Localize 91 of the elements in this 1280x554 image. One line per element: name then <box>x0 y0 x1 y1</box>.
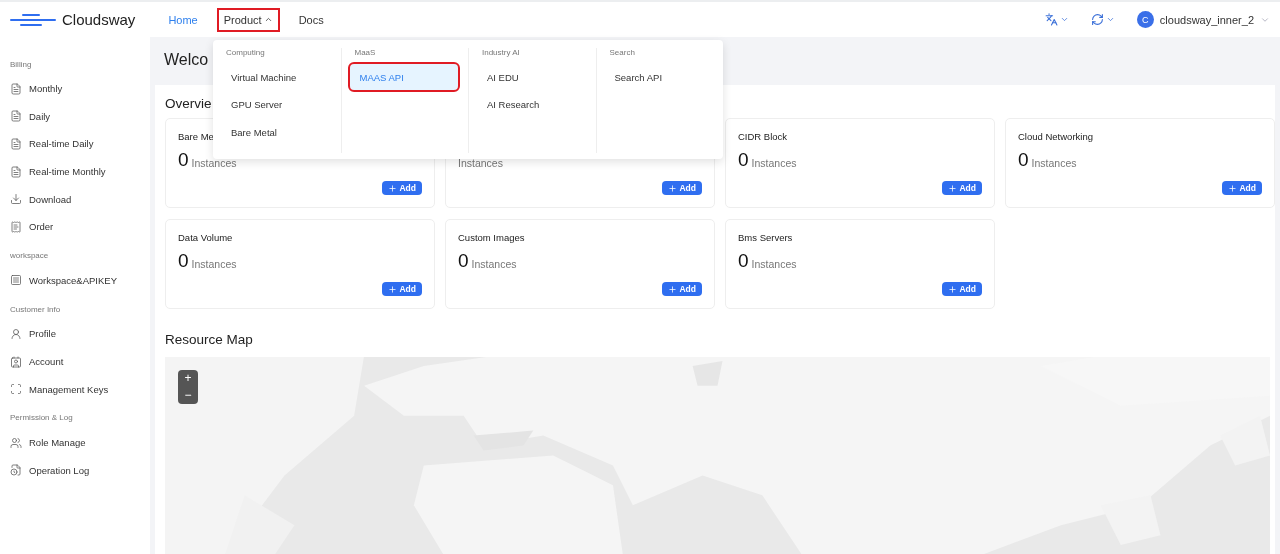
menu-item[interactable]: MAAS API <box>349 64 458 90</box>
document-icon <box>10 165 22 178</box>
plus-icon <box>388 183 398 193</box>
menu-item[interactable]: Bare Metal <box>221 119 331 146</box>
menu-item[interactable]: Virtual Machine <box>221 64 331 90</box>
language-button[interactable] <box>1044 13 1069 26</box>
nav-link[interactable]: Home <box>161 7 205 32</box>
nav-link[interactable]: Product <box>216 7 280 32</box>
instance-count: 0 <box>178 250 189 272</box>
panel-icon <box>10 274 22 287</box>
sidebar-item[interactable]: Order <box>10 212 150 241</box>
document-icon <box>10 110 22 123</box>
count-unit: Instances <box>191 157 237 169</box>
translate-icon <box>1044 13 1058 26</box>
menu-heading: Computing <box>226 48 266 59</box>
count-unit: Instances <box>1031 157 1077 169</box>
brackets-icon <box>10 383 22 396</box>
count-unit: Instances <box>751 258 797 270</box>
chevron-down-icon <box>1059 15 1069 24</box>
sidebar-item[interactable]: Role Manage <box>10 428 150 457</box>
add-button[interactable]: Add <box>382 282 422 296</box>
add-button[interactable]: Add <box>942 282 982 296</box>
menu-heading: Search <box>609 48 636 59</box>
menu-item[interactable]: AI Research <box>477 91 586 118</box>
logo-icon <box>10 13 56 26</box>
brand-name: Cloudsway <box>62 11 136 28</box>
menu-item[interactable]: AI EDU <box>477 64 586 90</box>
instance-count: 0 <box>738 149 749 171</box>
sidebar-item[interactable]: Daily <box>10 102 150 131</box>
contact-icon <box>10 355 22 368</box>
count-unit: Instances <box>751 157 797 169</box>
add-button[interactable]: Add <box>662 181 702 195</box>
overview-heading: Overvie <box>165 94 212 113</box>
sidebar-item[interactable]: Account <box>10 347 150 376</box>
card-title: Bare Me <box>178 131 214 144</box>
sidebar-item[interactable]: Workspace&APIKEY <box>10 266 150 295</box>
plus-icon <box>1228 183 1238 193</box>
instance-count: 0 <box>1018 149 1029 171</box>
menu-item[interactable]: Search API <box>604 64 713 90</box>
sync-button[interactable] <box>1090 13 1115 26</box>
add-button[interactable]: Add <box>382 181 422 195</box>
plus-icon <box>668 183 678 193</box>
sidebar-item[interactable]: Profile <box>10 320 150 348</box>
card-title: Bms Servers <box>738 232 793 245</box>
add-button[interactable]: Add <box>942 181 982 195</box>
card-title: Cloud Networking <box>1018 131 1093 144</box>
sidebar-item[interactable]: Real-time Monthly <box>10 157 150 186</box>
menu-heading: MaaS <box>354 48 377 59</box>
welcome-heading: Welco <box>164 51 209 70</box>
sidebar-item[interactable]: Operation Log <box>10 456 150 485</box>
sidebar-item[interactable]: Monthly <box>10 75 150 103</box>
instance-count: 0 <box>458 250 469 272</box>
document-icon <box>10 82 22 95</box>
plus-icon <box>948 183 958 193</box>
add-button[interactable]: Add <box>1222 181 1262 195</box>
menu-item[interactable]: GPU Server <box>221 91 331 118</box>
card-title: CIDR Block <box>738 131 788 144</box>
users-icon <box>10 436 22 449</box>
zoom-out-button[interactable]: − <box>178 387 198 404</box>
count-unit: Instances <box>471 258 517 270</box>
chevron-up-icon <box>263 15 273 24</box>
count-unit: Instances <box>458 157 503 169</box>
zoom-in-button[interactable]: + <box>178 370 198 387</box>
user-name[interactable]: cloudsway_inner_2 <box>1159 13 1254 26</box>
user-icon <box>10 327 22 340</box>
receipt-icon <box>10 220 22 233</box>
nav-link[interactable]: Docs <box>291 7 331 32</box>
document-icon <box>10 138 22 150</box>
map-heading: Resource Map <box>165 330 253 349</box>
count-unit: Instances <box>191 258 237 270</box>
plus-icon <box>388 284 398 294</box>
menu-heading: Industry AI <box>482 48 521 59</box>
download-icon <box>10 193 22 206</box>
add-button[interactable]: Add <box>662 282 702 296</box>
user-avatar[interactable]: C <box>1136 11 1154 28</box>
chevron-down-icon <box>1105 15 1115 24</box>
sidebar-heading: workspace <box>10 250 50 263</box>
sync-icon <box>1090 13 1104 26</box>
sidebar-item[interactable]: Management Keys <box>10 375 150 403</box>
instance-count: 0 <box>178 149 189 171</box>
instance-count: 0 <box>738 250 749 272</box>
sidebar-item[interactable]: Download <box>10 185 150 213</box>
card-title: Custom Images <box>458 232 525 245</box>
sidebar-heading: Billing <box>10 58 33 71</box>
sidebar-heading: Permission & Log <box>10 412 74 425</box>
card-title: Data Volume <box>178 232 233 245</box>
plus-icon <box>948 284 958 294</box>
sidebar-heading: Customer Info <box>10 303 62 316</box>
plus-icon <box>668 284 678 294</box>
file-clock-icon <box>10 464 22 477</box>
sidebar-item[interactable]: Real-time Daily <box>10 130 150 158</box>
